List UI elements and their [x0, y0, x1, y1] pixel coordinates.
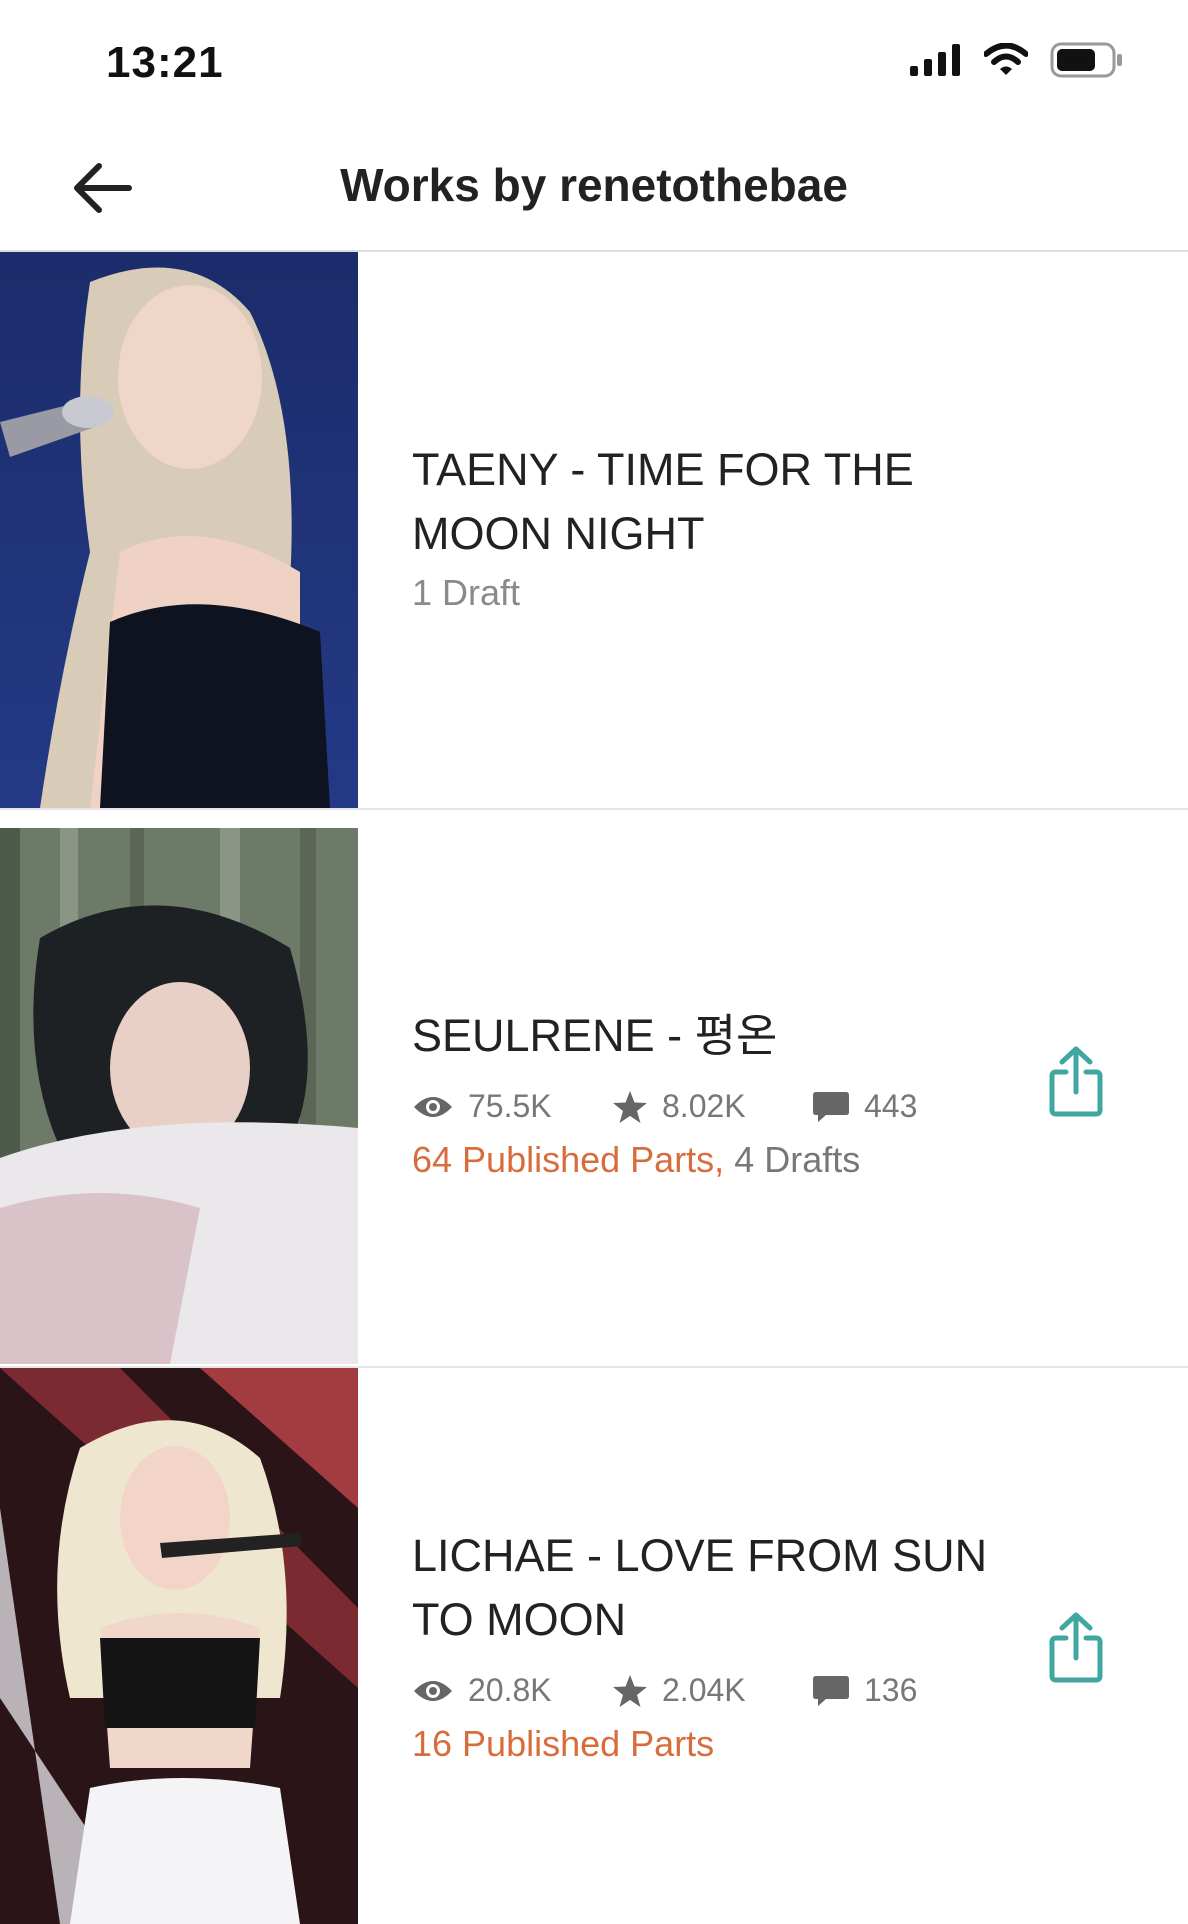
reads-count: 75.5K [468, 1088, 552, 1124]
work-stats: 75.5K 8.02K 443 [412, 1088, 992, 1125]
published-parts: 64 Published Parts, [412, 1139, 725, 1180]
share-icon [1049, 1046, 1103, 1117]
votes-count: 8.02K [662, 1088, 746, 1124]
work-item[interactable]: TAENY - TIME FOR THE MOON NIGHT 1 Draft [0, 252, 1188, 810]
work-info: SEULRENE - 평온 75.5K 8.02K 443 64 Publish… [412, 1004, 992, 1181]
eye-icon [414, 1680, 452, 1701]
work-title[interactable]: TAENY - TIME FOR THE MOON NIGHT [412, 438, 992, 566]
share-icon [1049, 1612, 1103, 1683]
works-list: TAENY - TIME FOR THE MOON NIGHT 1 Draft … [0, 252, 1188, 1924]
votes-stat: 2.04K [612, 1672, 812, 1709]
votes-stat: 8.02K [612, 1088, 812, 1125]
share-button[interactable] [1048, 1612, 1104, 1684]
work-stats: 20.8K 2.04K 136 [412, 1672, 992, 1709]
comments-stat: 443 [812, 1088, 917, 1125]
reads-count: 20.8K [468, 1672, 552, 1708]
share-button[interactable] [1048, 1046, 1104, 1118]
parts-line: 64 Published Parts, 4 Drafts [412, 1139, 992, 1181]
parts-line: 16 Published Parts [412, 1723, 992, 1765]
page-title: Works by renetothebae [340, 159, 848, 211]
cellular-signal-icon [910, 44, 960, 76]
reads-stat: 75.5K [412, 1088, 612, 1125]
comments-stat: 136 [812, 1672, 917, 1709]
status-bar: 13:21 [0, 0, 1188, 120]
comment-icon [813, 1091, 849, 1122]
cover-image[interactable] [0, 828, 358, 1364]
reads-stat: 20.8K [412, 1672, 612, 1709]
battery-icon [1050, 42, 1122, 78]
wifi-icon [984, 43, 1028, 75]
drafts-count: 1 Draft [412, 572, 521, 613]
nav-bar: Works by renetothebae [0, 120, 1188, 252]
votes-count: 2.04K [662, 1672, 746, 1708]
status-time: 13:21 [106, 38, 224, 87]
work-info: LICHAE - LOVE FROM SUN TO MOON 20.8K 2.0… [412, 1524, 992, 1765]
published-parts: 16 Published Parts [412, 1723, 715, 1764]
work-title[interactable]: SEULRENE - 평온 [412, 1004, 992, 1068]
cover-image[interactable] [0, 1368, 358, 1924]
star-icon [613, 1090, 647, 1123]
status-icons [910, 42, 1124, 78]
work-item[interactable]: SEULRENE - 평온 75.5K 8.02K 443 64 Publish… [0, 810, 1188, 1368]
drafts-count: 4 Drafts [734, 1139, 861, 1180]
comments-count: 136 [864, 1672, 918, 1708]
comment-icon [813, 1675, 849, 1706]
work-info: TAENY - TIME FOR THE MOON NIGHT 1 Draft [412, 438, 992, 614]
work-item[interactable]: LICHAE - LOVE FROM SUN TO MOON 20.8K 2.0… [0, 1368, 1188, 1924]
work-title[interactable]: LICHAE - LOVE FROM SUN TO MOON [412, 1524, 992, 1652]
cover-image[interactable] [0, 252, 358, 808]
comments-count: 443 [864, 1088, 918, 1124]
eye-icon [414, 1096, 452, 1117]
star-icon [613, 1674, 647, 1707]
